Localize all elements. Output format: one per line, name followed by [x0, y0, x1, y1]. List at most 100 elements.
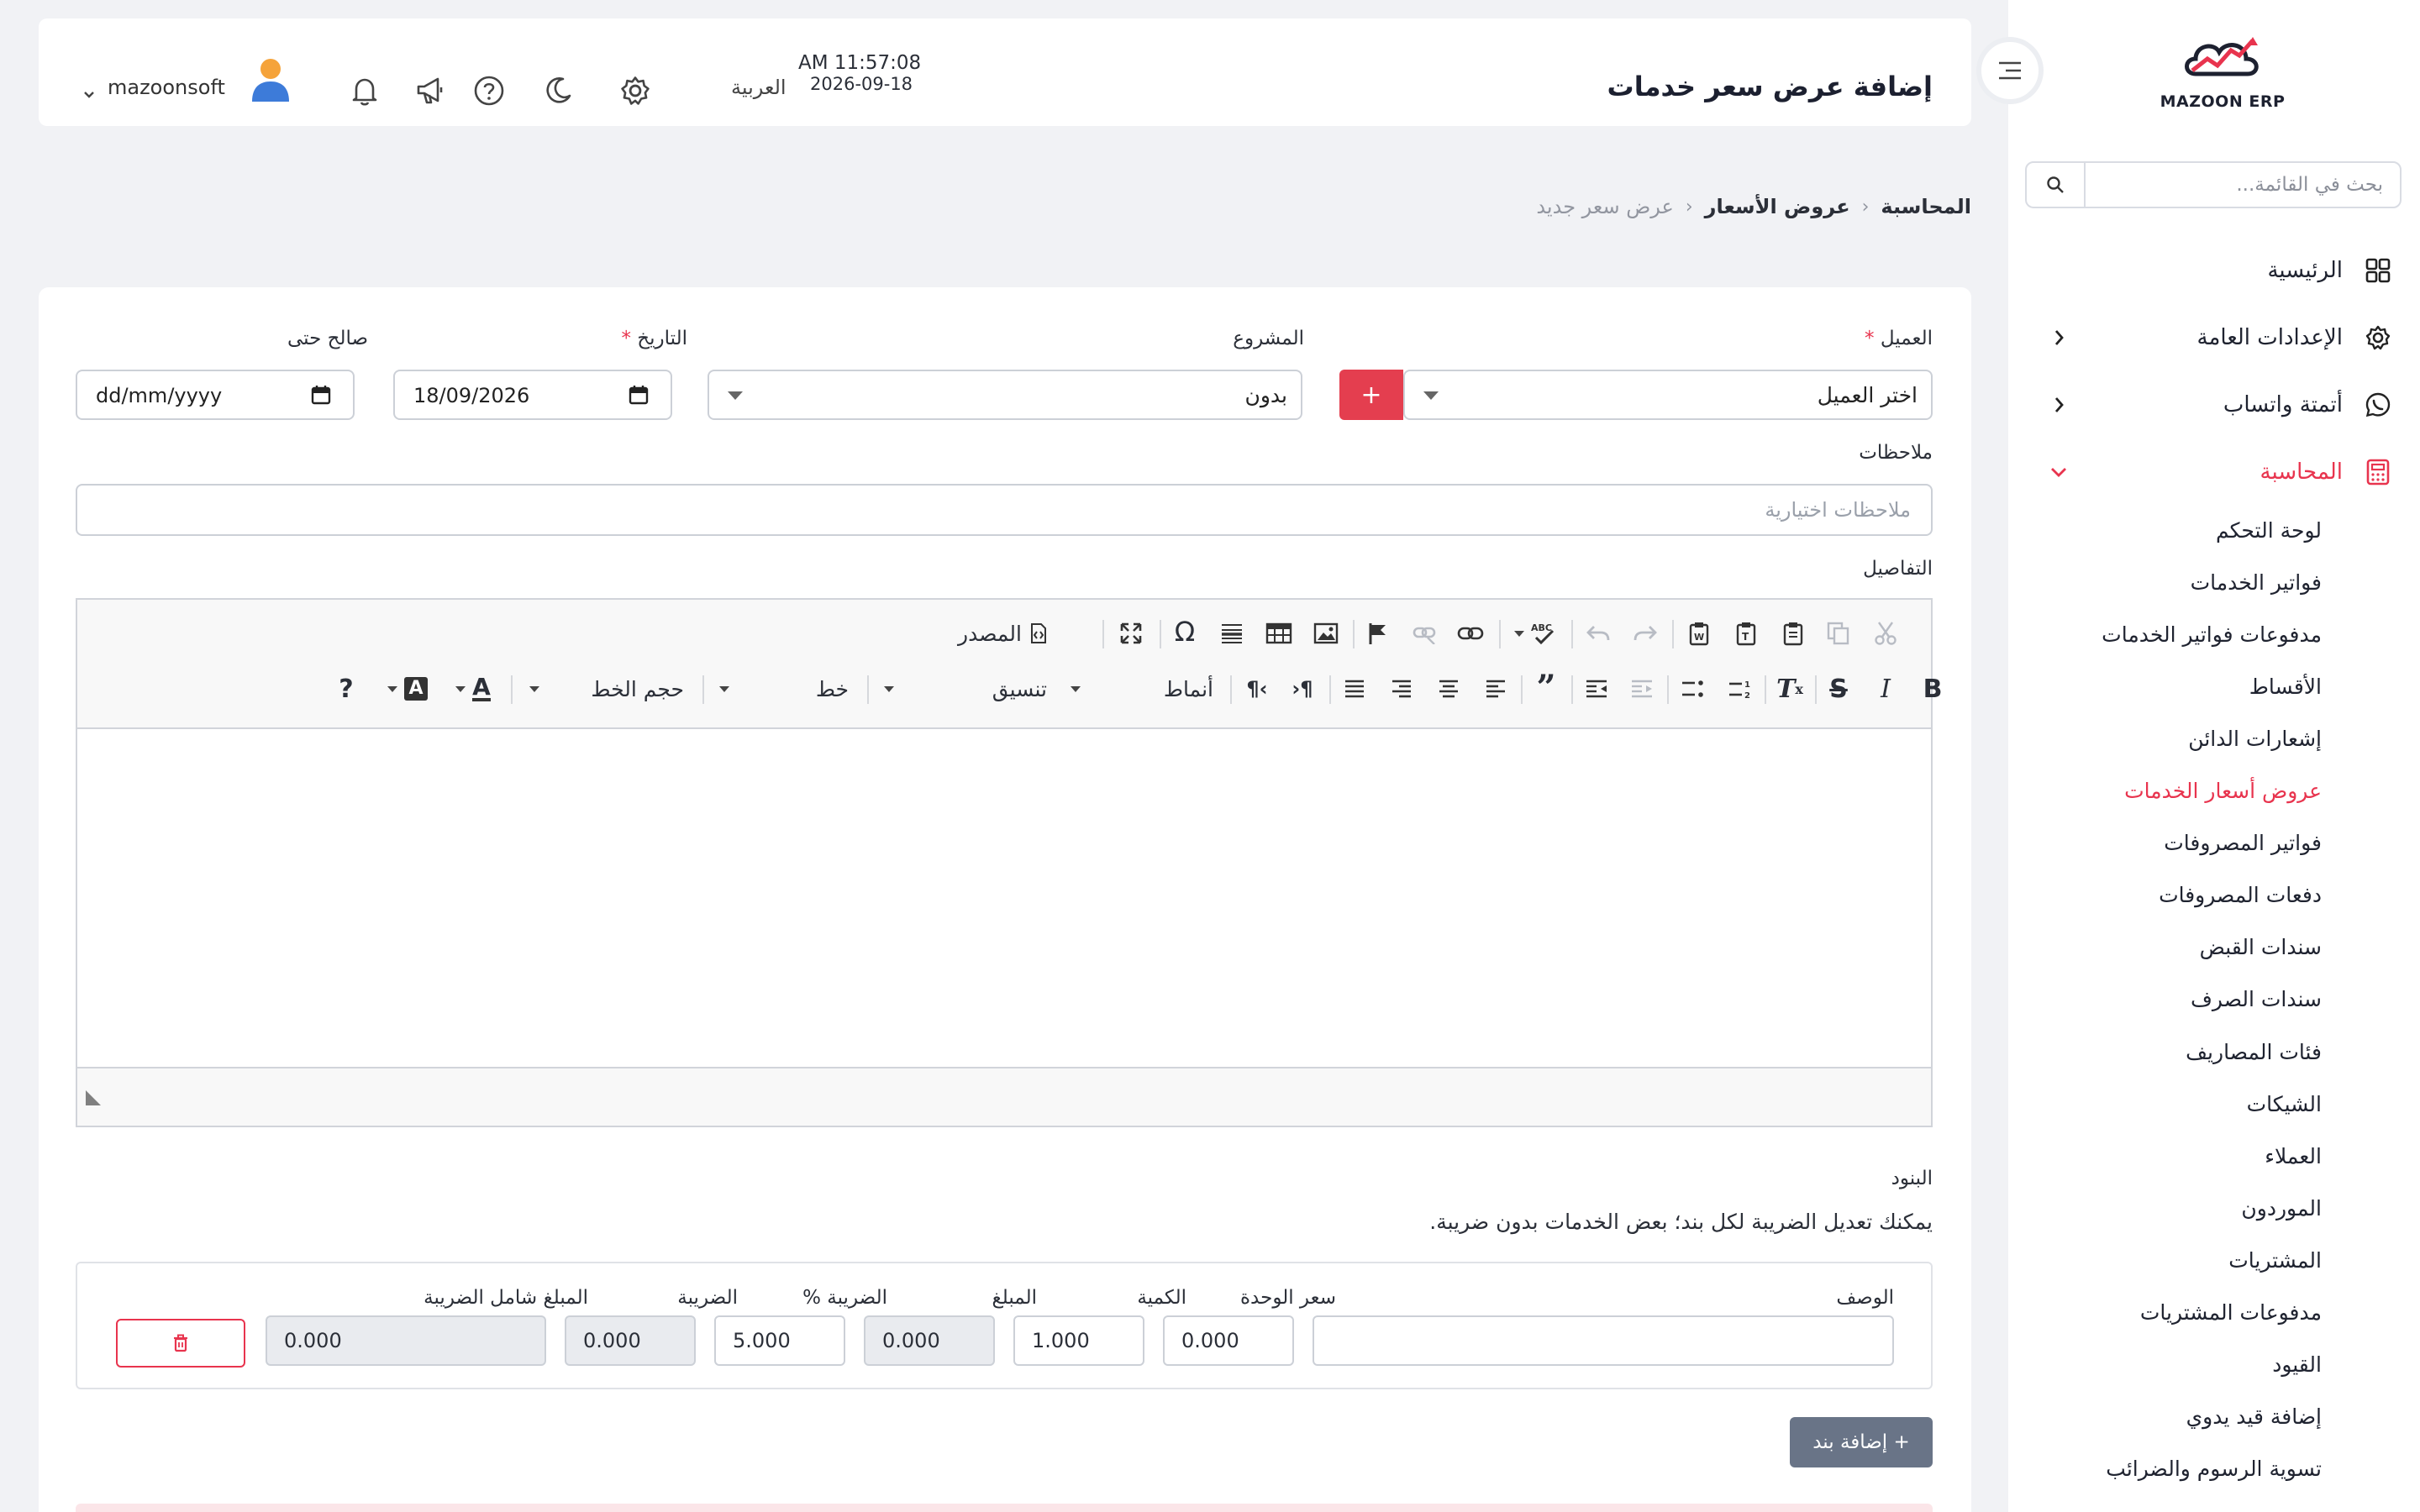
sidebar-subitem-installments[interactable]: الأقساط: [2249, 675, 2322, 699]
text-color-button[interactable]: A: [444, 672, 502, 706]
copy-icon[interactable]: [1822, 617, 1855, 650]
add-line-button[interactable]: + إضافة بند: [1790, 1417, 1933, 1467]
remove-format-icon[interactable]: Tx: [1773, 672, 1807, 706]
user-name[interactable]: mazoonsoft: [108, 76, 225, 99]
undo-icon[interactable]: [1581, 617, 1615, 650]
table-icon[interactable]: [1262, 617, 1296, 650]
outdent-icon[interactable]: [1625, 672, 1659, 706]
maximize-icon[interactable]: [1114, 617, 1148, 650]
styles-select[interactable]: أنماط: [1064, 672, 1220, 706]
delete-line-button[interactable]: [116, 1319, 245, 1368]
caret-down-icon: [1514, 630, 1524, 637]
bell-icon[interactable]: [345, 71, 385, 111]
align-justify-icon[interactable]: [1338, 672, 1371, 706]
format-select[interactable]: تنسيق: [877, 672, 1054, 706]
indent-icon[interactable]: [1580, 672, 1613, 706]
paste-from-word-icon[interactable]: W: [1682, 617, 1716, 650]
breadcrumb-item-quotes[interactable]: عروض الأسعار: [1705, 195, 1850, 218]
align-center-icon[interactable]: [1432, 672, 1465, 706]
redo-icon[interactable]: [1628, 617, 1662, 650]
breadcrumb-separator: ‹: [1861, 196, 1870, 218]
mazoon-logo[interactable]: MAZOON ERP: [2160, 34, 2286, 111]
sidebar-subitem-purchases[interactable]: المشتريات: [2228, 1248, 2322, 1273]
editor-source-button[interactable]: المصدر: [958, 617, 1049, 650]
line-tax-percent-input[interactable]: 5.000: [714, 1315, 845, 1366]
bidi-rtl-icon[interactable]: ¶‹: [1240, 672, 1274, 706]
sidebar-item-accounting[interactable]: المحاسبة: [2042, 449, 2395, 496]
avatar[interactable]: [245, 52, 296, 106]
sidebar-subitem-add-manual-entry[interactable]: إضافة قيد يدوي: [2186, 1404, 2322, 1429]
bulleted-list-icon[interactable]: [1676, 672, 1709, 706]
text-color-icon: A: [472, 673, 491, 701]
resize-handle-icon[interactable]: [84, 1089, 103, 1107]
bold-icon[interactable]: B: [1916, 672, 1949, 706]
anchor-flag-icon[interactable]: [1361, 617, 1395, 650]
sidebar-subitem-journal-entries[interactable]: القيود: [2272, 1352, 2322, 1377]
gear-icon[interactable]: [615, 71, 655, 111]
link-icon[interactable]: [1454, 617, 1487, 650]
project-select[interactable]: بدون: [708, 370, 1302, 420]
language-switch[interactable]: العربية: [731, 76, 786, 99]
paste-icon[interactable]: [1776, 617, 1810, 650]
valid-until-label: صالح حتى: [287, 328, 368, 349]
sidebar-toggle-button[interactable]: [1976, 37, 2044, 104]
sidebar-subitem-payment-vouchers[interactable]: سندات الصرف: [2191, 987, 2322, 1011]
add-customer-button[interactable]: +: [1339, 370, 1403, 420]
sidebar-item-whatsapp[interactable]: أتمتة واتساب: [2042, 381, 2395, 428]
toolbar-separator: [1499, 620, 1501, 648]
bidi-ltr-icon[interactable]: ›¶: [1286, 672, 1319, 706]
italic-icon[interactable]: I: [1869, 672, 1902, 706]
spellcheck-button[interactable]: ABC: [1509, 617, 1563, 650]
sidebar-subitem-expense-payments[interactable]: دفعات المصروفات: [2159, 883, 2322, 907]
sidebar-subitem-credit-notes[interactable]: إشعارات الدائن: [2188, 727, 2322, 751]
search-icon[interactable]: [2027, 163, 2086, 207]
blockquote-icon[interactable]: ”: [1529, 668, 1563, 707]
numbered-list-icon[interactable]: 12: [1723, 672, 1756, 706]
calendar-icon[interactable]: [629, 385, 649, 410]
megaphone-icon[interactable]: [410, 71, 450, 111]
sidebar-subitem-service-quotes[interactable]: عروض أسعار الخدمات: [2124, 779, 2322, 803]
sidebar-subitem-expense-invoices[interactable]: فواتير المصروفات: [2164, 831, 2322, 855]
col-tax-percent-label: الضريبة %: [802, 1287, 887, 1309]
sidebar-subitem-customers[interactable]: العملاء: [2265, 1144, 2322, 1168]
cut-icon[interactable]: [1869, 617, 1902, 650]
sidebar-subitem-expense-categories[interactable]: فئات المصاريف: [2186, 1040, 2322, 1064]
strikethrough-icon[interactable]: S: [1822, 672, 1855, 706]
unlink-icon[interactable]: [1408, 617, 1442, 650]
date-input[interactable]: 18/09/2026: [393, 370, 672, 420]
font-select[interactable]: خط: [713, 672, 855, 706]
breadcrumb-item-accounting[interactable]: المحاسبة: [1881, 195, 1971, 218]
align-left-icon[interactable]: [1479, 672, 1512, 706]
moon-icon[interactable]: [538, 71, 578, 111]
calendar-icon[interactable]: [311, 385, 331, 410]
sidebar-subitem-suppliers[interactable]: الموردون: [2241, 1196, 2322, 1221]
sidebar-subitem-receipt-vouchers[interactable]: سندات القبض: [2200, 935, 2322, 959]
font-size-select[interactable]: حجم الخط: [523, 672, 691, 706]
editor-content-area[interactable]: [77, 729, 1931, 1067]
valid-until-input[interactable]: dd/mm/yyyy: [76, 370, 355, 420]
sidebar-subitem-dashboard[interactable]: لوحة التحكم: [2216, 518, 2322, 543]
sidebar-search-input[interactable]: [2091, 168, 2383, 202]
bg-color-button[interactable]: A: [378, 672, 437, 706]
sidebar-item-home[interactable]: الرئيسية: [2042, 247, 2395, 294]
image-icon[interactable]: [1309, 617, 1343, 650]
paste-text-icon[interactable]: T: [1729, 617, 1763, 650]
sidebar-subitem-service-invoices[interactable]: فواتير الخدمات: [2191, 570, 2322, 595]
special-char-icon[interactable]: Ω: [1168, 615, 1202, 648]
chevron-down-icon[interactable]: [82, 81, 96, 105]
sidebar-subitem-purchase-payments[interactable]: مدفوعات المشتريات: [2140, 1300, 2322, 1325]
sidebar-subitem-fees-tax-settlement[interactable]: تسوية الرسوم والضرائب: [2106, 1457, 2322, 1481]
align-right-icon[interactable]: [1385, 672, 1418, 706]
help-icon[interactable]: [469, 71, 509, 111]
line-quantity-input[interactable]: 1.000: [1013, 1315, 1144, 1366]
sidebar-subitem-cheques[interactable]: الشيكات: [2247, 1092, 2322, 1116]
sidebar-subitem-service-invoice-payments[interactable]: مدفوعات فواتير الخدمات: [2102, 622, 2322, 647]
customer-select[interactable]: اختر العميل: [1403, 370, 1933, 420]
sidebar-item-general-settings[interactable]: الإعدادات العامة: [2042, 314, 2395, 361]
notes-input[interactable]: [76, 484, 1933, 536]
help-button[interactable]: ?: [329, 672, 363, 706]
line-description-input[interactable]: [1313, 1315, 1894, 1366]
caret-down-icon: [1071, 685, 1081, 692]
line-unit-price-input[interactable]: 0.000: [1163, 1315, 1294, 1366]
horizontal-rule-icon[interactable]: [1215, 617, 1249, 650]
